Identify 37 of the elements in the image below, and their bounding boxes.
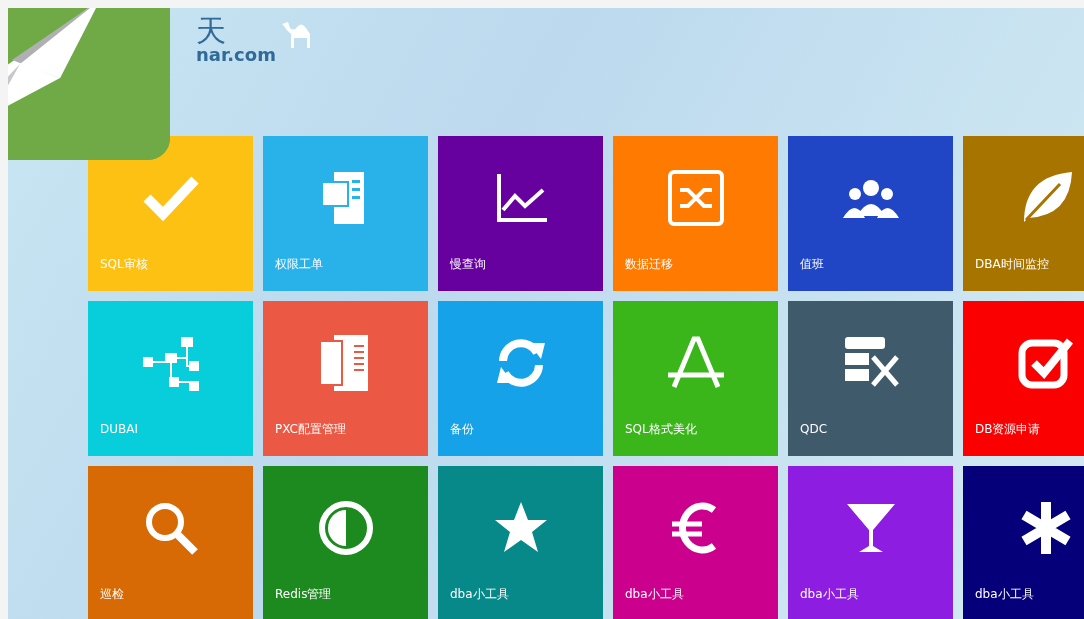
- app-tile[interactable]: PXC配置管理: [263, 301, 428, 456]
- paper-plane-logo[interactable]: [8, 8, 170, 160]
- tile-label: PXC配置管理: [275, 421, 346, 438]
- app-tile[interactable]: DB资源申请: [963, 301, 1084, 456]
- tile-label: DBA时间监控: [975, 256, 1049, 273]
- tile-label: 数据迁移: [625, 256, 673, 273]
- app-tile[interactable]: 巡检: [88, 466, 253, 619]
- logo-domain: nar.com: [195, 46, 276, 64]
- tile-label: DB资源申请: [975, 421, 1041, 438]
- tile-label: Redis管理: [275, 586, 332, 603]
- app-tile[interactable]: 数据迁移: [613, 136, 778, 291]
- tile-label: SQL审核: [100, 256, 148, 273]
- tile-label: QDC: [800, 421, 828, 438]
- app-tile[interactable]: QDC: [788, 301, 953, 456]
- app-tile[interactable]: 备份: [438, 301, 603, 456]
- tile-label: dba小工具: [800, 586, 859, 603]
- app-tile[interactable]: 值班: [788, 136, 953, 291]
- app-tile[interactable]: Redis管理: [263, 466, 428, 619]
- app-tile[interactable]: DBA时间监控: [963, 136, 1084, 291]
- tile-label: 值班: [800, 256, 824, 273]
- tile-label: dba小工具: [625, 586, 684, 603]
- tile-label: DUBAI: [100, 421, 138, 438]
- tile-label: SQL格式美化: [625, 421, 697, 438]
- app-tile[interactable]: dba小工具: [963, 466, 1084, 619]
- app-tile[interactable]: dba小工具: [613, 466, 778, 619]
- tile-label: dba小工具: [975, 586, 1034, 603]
- app-tile[interactable]: 权限工单: [263, 136, 428, 291]
- app-tile[interactable]: 慢查询: [438, 136, 603, 291]
- app-tile[interactable]: dba小工具: [438, 466, 603, 619]
- logo-text: 天: [195, 16, 227, 46]
- tile-label: 巡检: [100, 586, 124, 603]
- tile-label: 备份: [450, 421, 474, 438]
- tile-label: 慢查询: [450, 256, 486, 273]
- tile-label: 权限工单: [275, 256, 323, 273]
- app-tile[interactable]: SQL格式美化: [613, 301, 778, 456]
- app-tile[interactable]: dba小工具: [788, 466, 953, 619]
- tile-label: dba小工具: [450, 586, 509, 603]
